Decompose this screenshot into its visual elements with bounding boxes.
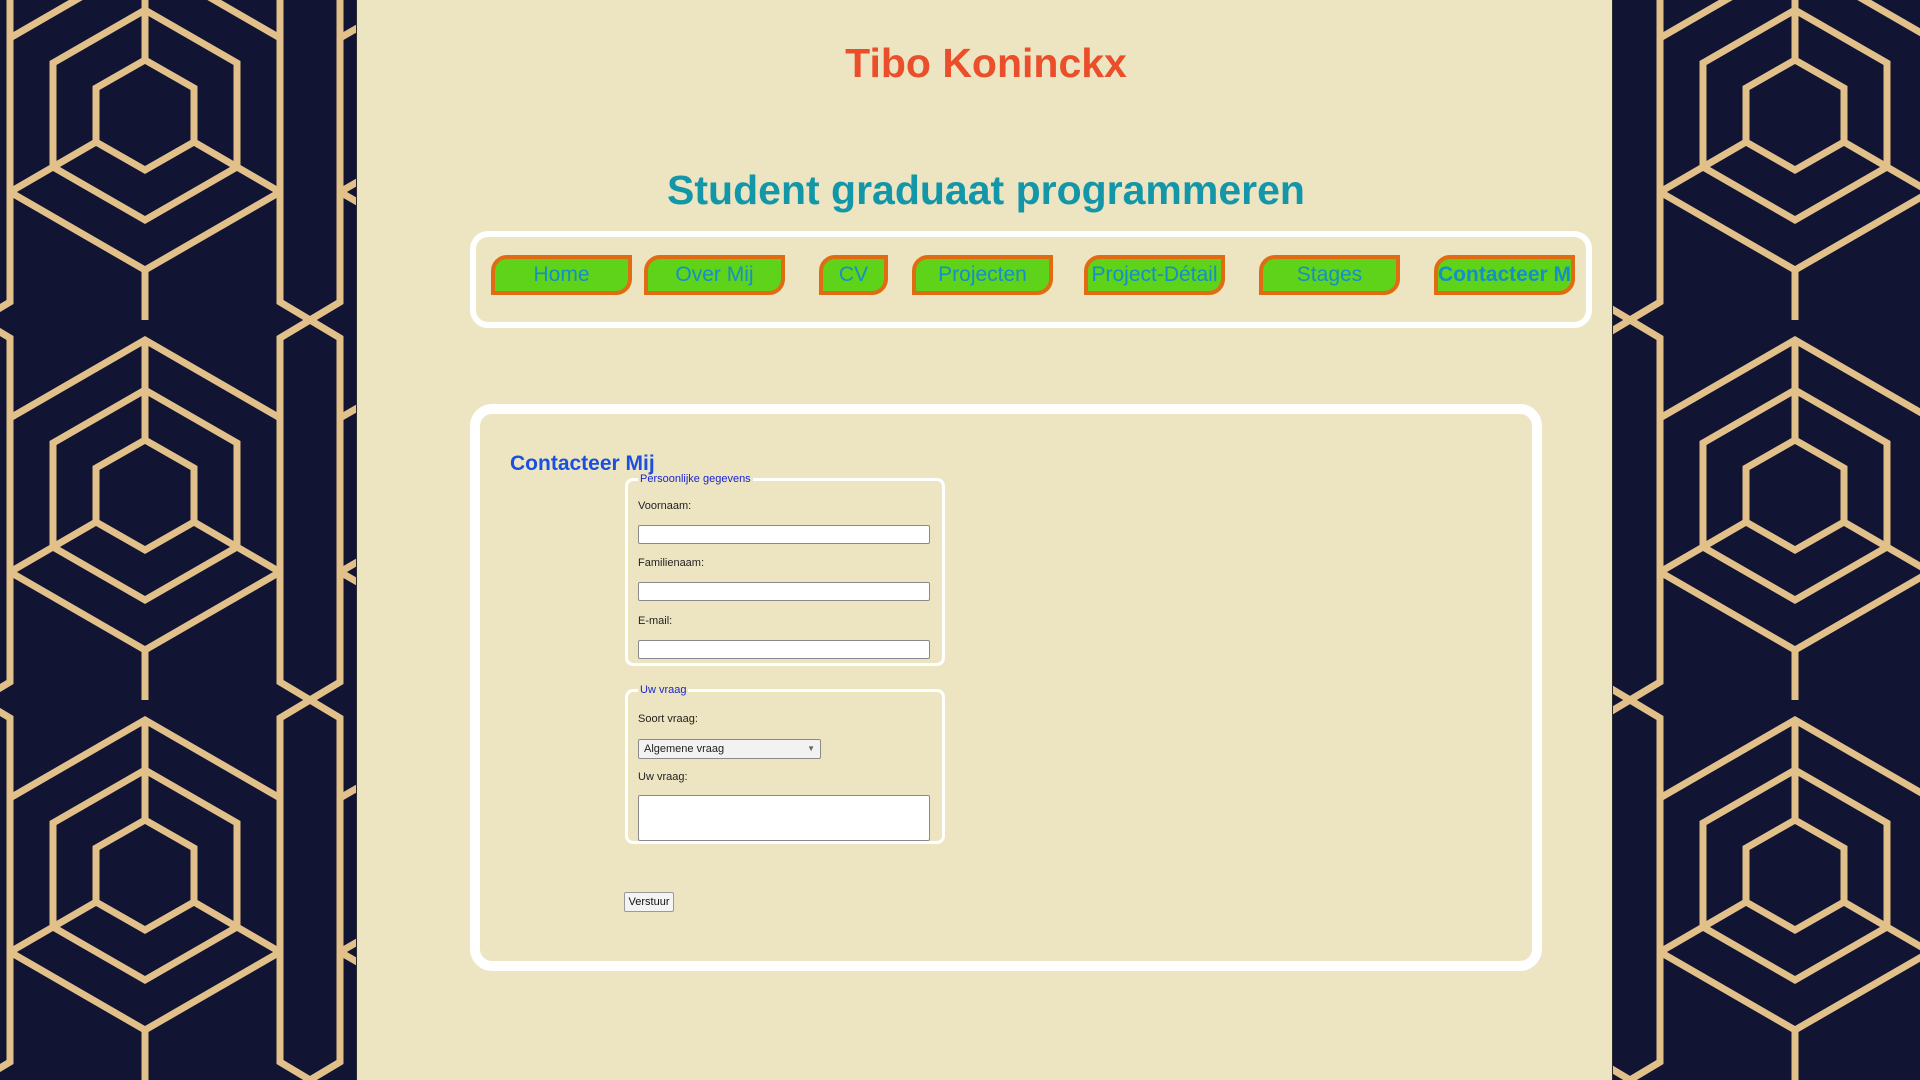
first-name-input[interactable] xyxy=(638,525,930,544)
nav-project-detail[interactable]: Project-Détail xyxy=(1084,255,1225,295)
email-label: E-mail: xyxy=(638,615,673,627)
question-label: Uw vraag: xyxy=(638,771,688,783)
last-name-label: Familienaam: xyxy=(638,557,705,569)
first-name-label: Voornaam: xyxy=(638,500,692,512)
nav-cv[interactable]: CV xyxy=(819,255,888,295)
site-subtitle: Student graduaat programmeren xyxy=(667,167,1305,213)
nav-stages[interactable]: Stages xyxy=(1259,255,1400,295)
question-type-select[interactable]: Algemene vraag ▼ xyxy=(638,739,821,759)
site-title: Tibo Koninckx xyxy=(845,40,1127,86)
personal-details-fieldset: Persoonlijke gegevens Voornaam: Familien… xyxy=(625,473,945,666)
nav-projecten[interactable]: Projecten xyxy=(912,255,1053,295)
last-name-input[interactable] xyxy=(638,582,930,601)
main-navigation: Home Over Mij CV Projecten Project-Détai… xyxy=(470,231,1592,328)
nav-home[interactable]: Home xyxy=(491,255,632,295)
nav-contacteer-mij[interactable]: Contacteer Mij xyxy=(1434,255,1575,295)
chevron-down-icon: ▼ xyxy=(807,744,815,753)
personal-details-legend: Persoonlijke gegevens xyxy=(640,473,751,485)
question-type-value: Algemene vraag xyxy=(644,743,725,755)
question-type-label: Soort vraag: xyxy=(638,713,698,725)
question-fieldset: Uw vraag Soort vraag: Algemene vraag ▼ U… xyxy=(625,684,945,844)
email-input[interactable] xyxy=(638,640,930,659)
question-textarea[interactable] xyxy=(638,795,930,841)
question-legend: Uw vraag xyxy=(640,684,687,696)
contact-card: Contacteer Mij Persoonlijke gegevens Voo… xyxy=(470,404,1542,971)
nav-over-mij[interactable]: Over Mij xyxy=(644,255,785,295)
submit-button[interactable]: Verstuur xyxy=(624,892,674,912)
page-container: Tibo Koninckx Student graduaat programme… xyxy=(356,0,1613,1080)
